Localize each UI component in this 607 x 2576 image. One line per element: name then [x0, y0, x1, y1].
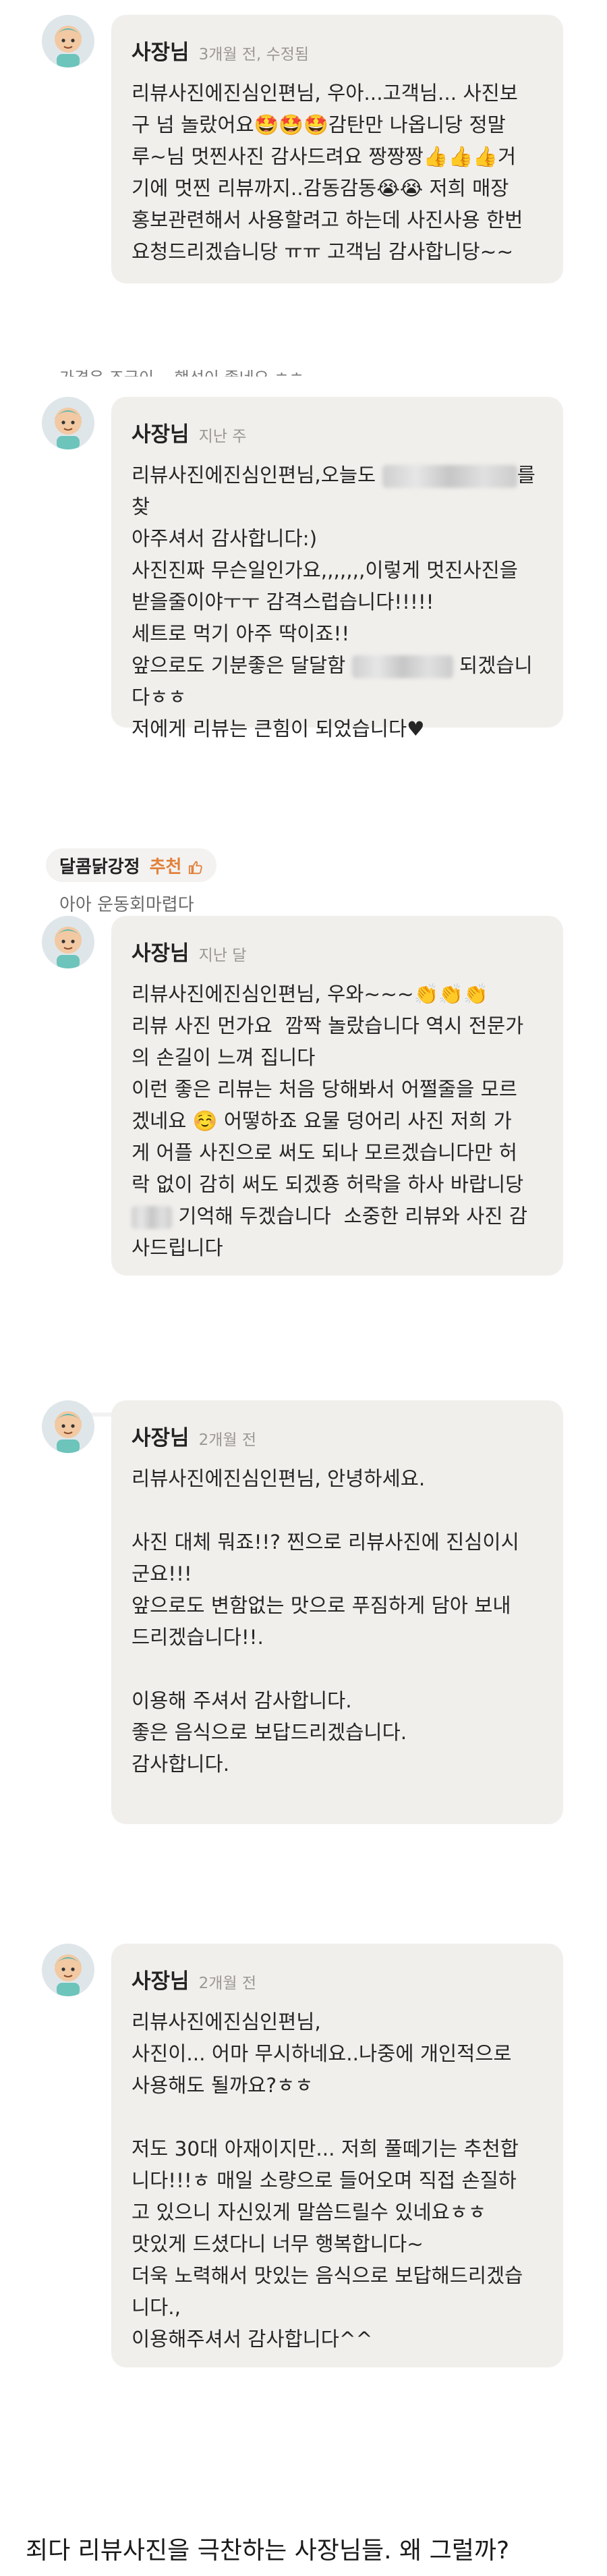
owner-label: 사장님 [132, 422, 190, 447]
owner-label: 사장님 [132, 941, 190, 966]
owner-reply-1: 사장님 3개월 전, 수정됨 리뷰사진에진심인편님, 우아...고객님... 사… [111, 15, 563, 283]
reply-text: 리뷰사진에진심인편님, 사진이... 어마 무시하네요..나중에 개인적으로 사… [132, 2010, 523, 2351]
owner-reply-2: 사장님 지난 주 리뷰사진에진심인편님,오늘도 를 찾 아주셔서 감사합니다:) 사… [111, 397, 563, 740]
reply-time: 3개월 전, 수정됨 [198, 46, 310, 63]
owner-label: 사장님 [132, 1969, 190, 1994]
owner-label: 사장님 [132, 1426, 190, 1450]
reviewer-badge[interactable]: 달콤닭강정 추천 [46, 848, 216, 882]
partial-review-text: 가격은 조금이 ...행성이 좋네요 ㅎㅎ [59, 364, 304, 377]
owner-label: 사장님 [132, 40, 190, 65]
owner-reply-3: 사장님 지난 달 리뷰사진에진심인편님, 우와~~~👏👏👏 리뷰 사진 먼가요 깜… [111, 916, 563, 1276]
reply-text: 리뷰사진에진심인편님, 우와~~~👏👏👏 리뷰 사진 먼가요 깜짝 놀랐습니다 역… [132, 983, 528, 1259]
reviewer-nickname: 달콤닭강정 [59, 856, 140, 877]
blurred-menu-name [382, 464, 517, 488]
reply-time: 2개월 전 [198, 1431, 256, 1449]
reply-text: 리뷰사진에진심인편님,오늘도 를 찾 아주셔서 감사합니다:) 사진진짜 무슨일인가… [132, 464, 542, 740]
reply-text: 리뷰사진에진심인편님, 우아...고객님... 사진보 구 넘 놀랐어요🤩🤩🤩감탄… [132, 82, 523, 263]
owner-avatar-icon [42, 397, 94, 449]
owner-avatar-icon [42, 1400, 94, 1453]
blurred-customer-name [132, 1205, 172, 1229]
thumbs-up-icon [188, 860, 202, 874]
owner-avatar-icon [42, 916, 94, 968]
owner-avatar-icon [42, 1944, 94, 1996]
reply-text: 리뷰사진에진심인편님, 안녕하세요. 사진 대체 뭐죠!!? 찐으로 리뷰사진에… [132, 1467, 519, 1776]
reply-time: 2개월 전 [198, 1975, 256, 1992]
reply-time: 지난 달 [198, 947, 247, 964]
recommend-label: 추천 [150, 853, 203, 878]
owner-avatar-icon [42, 15, 94, 67]
owner-reply-5: 사장님 2개월 전 리뷰사진에진심인편님, 사진이... 어마 무시하네요..나… [111, 1944, 563, 2367]
owner-reply-4: 사장님 2개월 전 리뷰사진에진심인편님, 안녕하세요. 사진 대체 뭐죠!!?… [111, 1400, 563, 1824]
blurred-store-name [351, 655, 453, 678]
review-text: 아아 운동회마렵다 [59, 895, 194, 915]
caption: 죄다 리뷰사진을 극찬하는 사장님들. 왜 그럴까? [26, 2537, 510, 2565]
reply-time: 지난 주 [198, 428, 247, 445]
